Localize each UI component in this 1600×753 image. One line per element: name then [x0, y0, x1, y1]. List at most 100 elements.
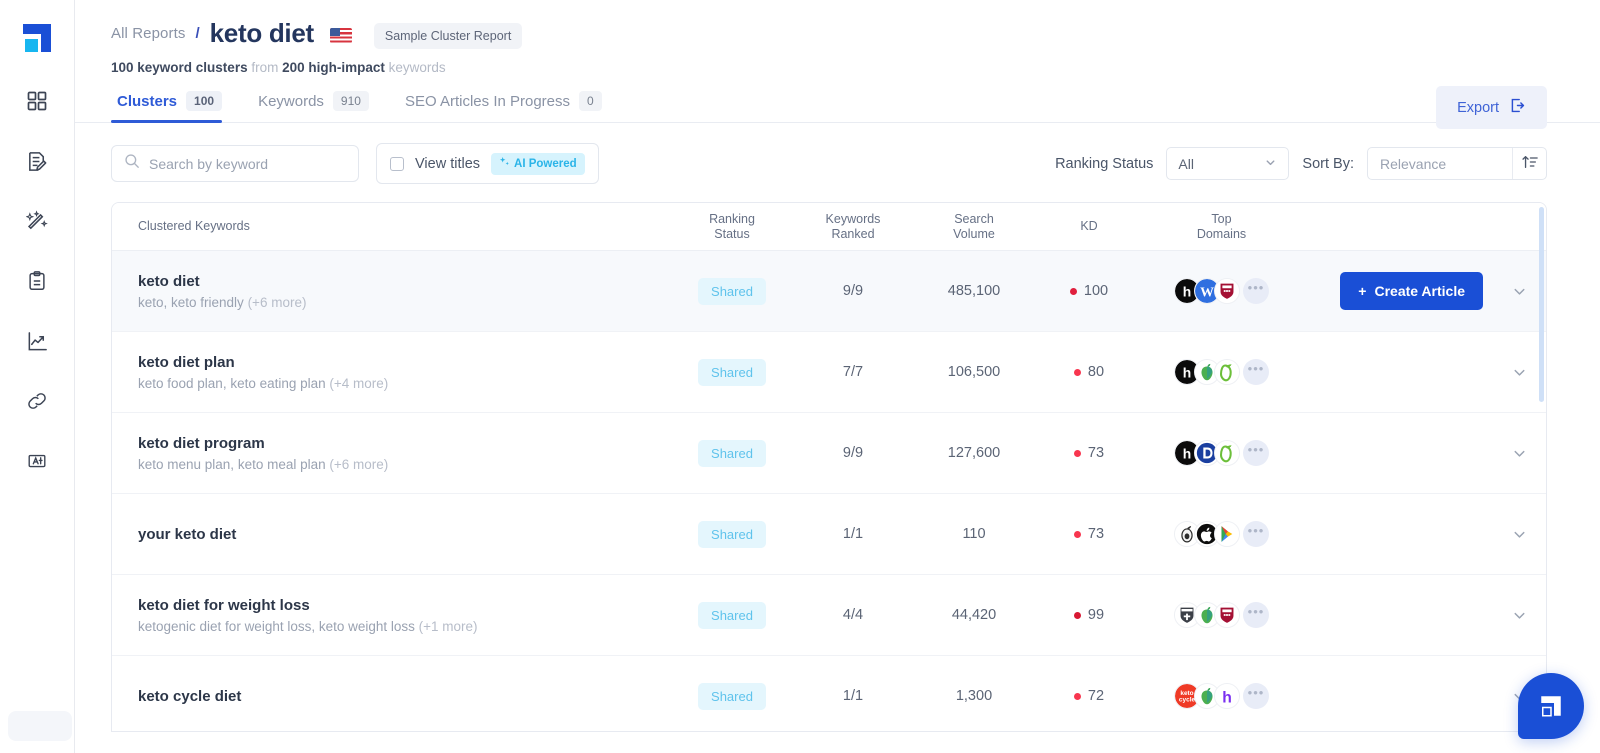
breadcrumb-separator: /: [195, 25, 199, 42]
cell-keywords-ranked: 1/1: [792, 688, 914, 704]
table-scrollbar[interactable]: [1539, 207, 1544, 402]
more-domains-button[interactable]: •••: [1243, 602, 1269, 628]
analytics-icon[interactable]: [20, 324, 54, 358]
us-flag-icon: [330, 28, 352, 43]
cell-ranking-status: Shared: [672, 278, 792, 305]
sort-direction-button[interactable]: [1512, 148, 1546, 179]
export-button[interactable]: Export: [1436, 86, 1547, 129]
domain-icon-ruled-me[interactable]: [1214, 440, 1240, 466]
row-keyword-title[interactable]: keto cycle diet: [138, 688, 672, 705]
row-keyword-more[interactable]: (+6 more): [248, 295, 307, 310]
breadcrumb: All Reports / keto diet Sample Cluster R…: [111, 18, 1600, 49]
plus-icon: +: [1358, 283, 1366, 299]
subline-from: from: [251, 60, 278, 75]
expand-row-chevron-icon[interactable]: [1511, 445, 1528, 462]
ai-text-icon[interactable]: [20, 444, 54, 478]
row-keyword-title[interactable]: keto diet plan: [138, 354, 672, 371]
status-badge: Shared: [698, 602, 766, 629]
more-domains-button[interactable]: •••: [1243, 683, 1269, 709]
col-search-volume[interactable]: Search Volume: [914, 212, 1034, 242]
tab-seo-articles[interactable]: SEO Articles In Progress 0: [387, 91, 620, 122]
kd-difficulty-dot: [1070, 288, 1077, 295]
domain-icon-harvard[interactable]: [1214, 278, 1240, 304]
tab-keywords[interactable]: Keywords 910: [240, 91, 387, 122]
ai-sparkle-icon: [499, 157, 510, 171]
col-clustered-keywords[interactable]: Clustered Keywords: [112, 219, 672, 234]
page-header: All Reports / keto diet Sample Cluster R…: [75, 0, 1600, 75]
cell-actions: [1299, 526, 1546, 543]
search-icon: [124, 153, 140, 174]
cell-search-volume: 485,100: [914, 283, 1034, 299]
create-article-button[interactable]: +Create Article: [1340, 272, 1483, 310]
view-titles-control[interactable]: View titles AI Powered: [376, 143, 599, 184]
tab-clusters[interactable]: Clusters 100: [111, 91, 240, 122]
domain-icon-ruled-me[interactable]: [1214, 359, 1240, 385]
cell-keywords-ranked: 1/1: [792, 526, 914, 542]
row-keyword-more[interactable]: (+4 more): [329, 376, 388, 391]
table-row[interactable]: keto diet keto, keto friendly (+6 more) …: [112, 251, 1546, 332]
ranking-status-value: All: [1178, 156, 1194, 172]
ai-wand-icon[interactable]: [20, 204, 54, 238]
cell-search-volume: 110: [914, 526, 1034, 542]
cell-top-domains: •••: [1144, 602, 1299, 628]
app-logo[interactable]: [17, 18, 57, 58]
rail-icon-list: [20, 84, 54, 478]
cell-clustered-keywords: your keto diet: [112, 526, 672, 543]
domain-icon-harvard[interactable]: [1214, 602, 1240, 628]
ai-powered-badge: AI Powered: [491, 153, 585, 175]
table-row[interactable]: keto diet for weight loss ketogenic diet…: [112, 575, 1546, 656]
svg-text:h: h: [1183, 365, 1191, 381]
content-editor-icon[interactable]: [20, 144, 54, 178]
support-fab-button[interactable]: [1518, 673, 1584, 739]
table-row[interactable]: keto diet plan keto food plan, keto eati…: [112, 332, 1546, 413]
sort-by-value: Relevance: [1380, 156, 1446, 172]
more-domains-button[interactable]: •••: [1243, 359, 1269, 385]
more-domains-button[interactable]: •••: [1243, 440, 1269, 466]
kd-value: 73: [1088, 445, 1104, 461]
expand-row-chevron-icon[interactable]: [1511, 283, 1528, 300]
sort-icon: [1521, 154, 1539, 173]
link-icon[interactable]: [20, 384, 54, 418]
export-icon: [1509, 97, 1526, 118]
cell-ranking-status: Shared: [672, 602, 792, 629]
search-box[interactable]: [111, 145, 359, 182]
row-keyword-title[interactable]: your keto diet: [138, 526, 672, 543]
col-kd[interactable]: KD: [1034, 219, 1144, 234]
row-keyword-more[interactable]: (+6 more): [329, 457, 388, 472]
row-keyword-title[interactable]: keto diet for weight loss: [138, 597, 672, 614]
more-domains-button[interactable]: •••: [1243, 278, 1269, 304]
col-ranking-status[interactable]: Ranking Status: [672, 212, 792, 242]
col-ranking-status-l2: Status: [672, 227, 792, 242]
breadcrumb-all-reports[interactable]: All Reports: [111, 25, 185, 42]
cell-clustered-keywords: keto diet keto, keto friendly (+6 more): [112, 273, 672, 310]
domain-icon-hims[interactable]: h: [1214, 683, 1240, 709]
clipboard-icon[interactable]: [20, 264, 54, 298]
expand-row-chevron-icon[interactable]: [1511, 364, 1528, 381]
col-keywords-ranked[interactable]: Keywords Ranked: [792, 212, 914, 242]
row-keyword-title[interactable]: keto diet program: [138, 435, 672, 452]
table-row[interactable]: keto cycle diet Shared 1/1 1,300 72 keto…: [112, 656, 1546, 732]
ranking-status-select[interactable]: All: [1166, 147, 1289, 180]
domain-icon-google-play[interactable]: [1214, 521, 1240, 547]
expand-row-chevron-icon[interactable]: [1511, 607, 1528, 624]
table-row[interactable]: keto diet program keto menu plan, keto m…: [112, 413, 1546, 494]
row-keyword-more[interactable]: (+1 more): [419, 619, 478, 634]
more-domains-button[interactable]: •••: [1243, 521, 1269, 547]
view-titles-checkbox[interactable]: [390, 157, 404, 171]
cell-clustered-keywords: keto diet plan keto food plan, keto eati…: [112, 354, 672, 391]
col-ranking-status-l1: Ranking: [672, 212, 792, 227]
search-input[interactable]: [149, 156, 346, 172]
cell-clustered-keywords: keto diet program keto menu plan, keto m…: [112, 435, 672, 472]
dashboard-icon[interactable]: [20, 84, 54, 118]
cell-actions: [1299, 445, 1546, 462]
status-badge: Shared: [698, 359, 766, 386]
view-titles-label: View titles: [415, 156, 480, 172]
cell-search-volume: 44,420: [914, 607, 1034, 623]
sort-by-label: Sort By:: [1302, 156, 1354, 172]
sort-by-select[interactable]: Relevance: [1367, 147, 1547, 180]
row-keyword-sub: keto menu plan, keto meal plan (+6 more): [138, 457, 672, 472]
table-row[interactable]: your keto diet Shared 1/1 110 73 •••: [112, 494, 1546, 575]
expand-row-chevron-icon[interactable]: [1511, 526, 1528, 543]
row-keyword-title[interactable]: keto diet: [138, 273, 672, 290]
col-keywords-ranked-l1: Keywords: [792, 212, 914, 227]
